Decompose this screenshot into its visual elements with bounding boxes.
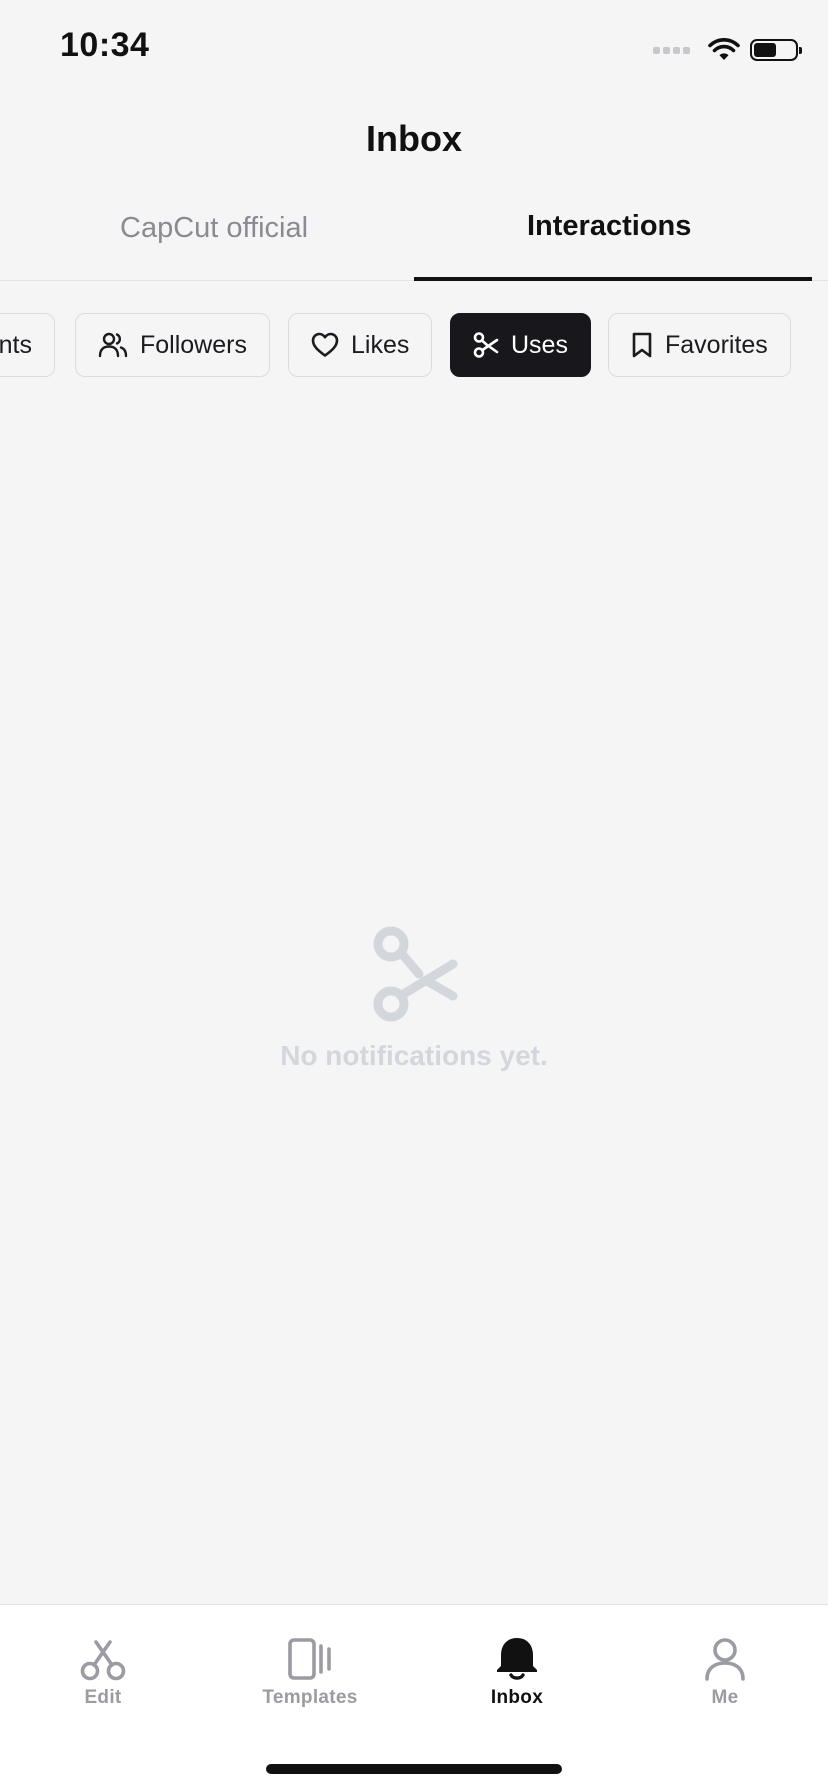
nav-label: Edit bbox=[84, 1687, 122, 1708]
bookmark-icon bbox=[632, 332, 652, 358]
chip-label: nts bbox=[0, 330, 32, 359]
page-title: Inbox bbox=[366, 118, 462, 159]
chip-followers[interactable]: Followers bbox=[75, 313, 270, 377]
cellular-signal-icon bbox=[653, 46, 690, 54]
filter-chips: nts Followers Likes Uses Favorites bbox=[0, 313, 828, 377]
nav-label: Inbox bbox=[490, 1687, 544, 1708]
chip-label: Uses bbox=[511, 330, 568, 359]
templates-icon bbox=[288, 1638, 331, 1680]
status-time: 10:34 bbox=[60, 26, 150, 64]
nav-label: Me bbox=[711, 1687, 739, 1708]
chip-favorites[interactable]: Favorites bbox=[608, 313, 791, 377]
active-tab-indicator bbox=[414, 277, 812, 281]
nav-edit[interactable]: Edit bbox=[28, 1631, 178, 1709]
chip-label: Favorites bbox=[665, 330, 768, 359]
chip-label: Followers bbox=[140, 330, 247, 359]
wifi-icon bbox=[708, 38, 740, 60]
scissors-icon bbox=[80, 1640, 126, 1681]
tab-interactions[interactable]: Interactions bbox=[527, 210, 691, 243]
empty-state-message: No notifications yet. bbox=[280, 1040, 548, 1071]
top-tabs: CapCut official Interactions bbox=[0, 200, 828, 281]
inbox-screen: 10:34 Inbox CapCut official Interactions… bbox=[0, 0, 828, 1792]
nav-templates[interactable]: Templates bbox=[235, 1631, 385, 1709]
empty-scissors-icon bbox=[373, 926, 458, 1022]
nav-inbox[interactable]: Inbox bbox=[442, 1631, 592, 1709]
chip-uses[interactable]: Uses bbox=[450, 313, 591, 377]
nav-label: Templates bbox=[262, 1687, 358, 1708]
battery-icon bbox=[750, 39, 802, 61]
person-icon bbox=[705, 1638, 745, 1681]
nav-me[interactable]: Me bbox=[650, 1631, 800, 1709]
home-indicator[interactable] bbox=[266, 1764, 562, 1774]
bell-icon bbox=[497, 1638, 537, 1680]
chip-likes[interactable]: Likes bbox=[288, 313, 433, 377]
status-icons bbox=[653, 34, 802, 66]
followers-icon bbox=[98, 332, 128, 358]
chip-label: Likes bbox=[351, 330, 410, 359]
tab-capcut-official[interactable]: CapCut official bbox=[120, 212, 308, 245]
scissors-icon bbox=[473, 332, 499, 358]
heart-icon bbox=[311, 332, 339, 357]
chip-comments[interactable]: nts bbox=[0, 313, 55, 377]
